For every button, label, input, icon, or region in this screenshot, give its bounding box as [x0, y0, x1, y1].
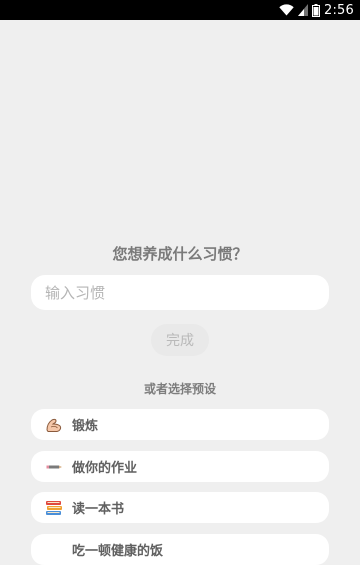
preset-caption: 或者选择预设 [143, 382, 216, 396]
preset-label: 读一本书 [72, 502, 125, 517]
battery-icon [312, 3, 320, 17]
habit-question: 您想养成什么习惯？ [112, 245, 248, 263]
preset-read-book[interactable]: 读一本书 [31, 492, 329, 523]
preset-label: 做你的作业 [72, 461, 138, 476]
preset-exercise[interactable]: 锻炼 [31, 409, 329, 440]
habit-input[interactable] [31, 275, 329, 310]
books-icon [45, 499, 63, 517]
status-time: 2:56 [324, 2, 354, 18]
pencil-icon [45, 458, 63, 476]
wifi-icon [279, 4, 294, 16]
flexed-biceps-icon [45, 416, 63, 434]
cell-signal-icon [298, 4, 308, 16]
preset-homework[interactable]: 做你的作业 [31, 451, 329, 482]
status-bar: 2:56 [0, 0, 360, 20]
preset-label: 锻炼 [72, 419, 99, 434]
meal-icon [45, 541, 63, 559]
done-button[interactable]: 完成 [151, 324, 209, 356]
preset-label: 吃一顿健康的饭 [72, 544, 164, 559]
preset-healthy-meal[interactable]: 吃一顿健康的饭 [31, 534, 329, 565]
